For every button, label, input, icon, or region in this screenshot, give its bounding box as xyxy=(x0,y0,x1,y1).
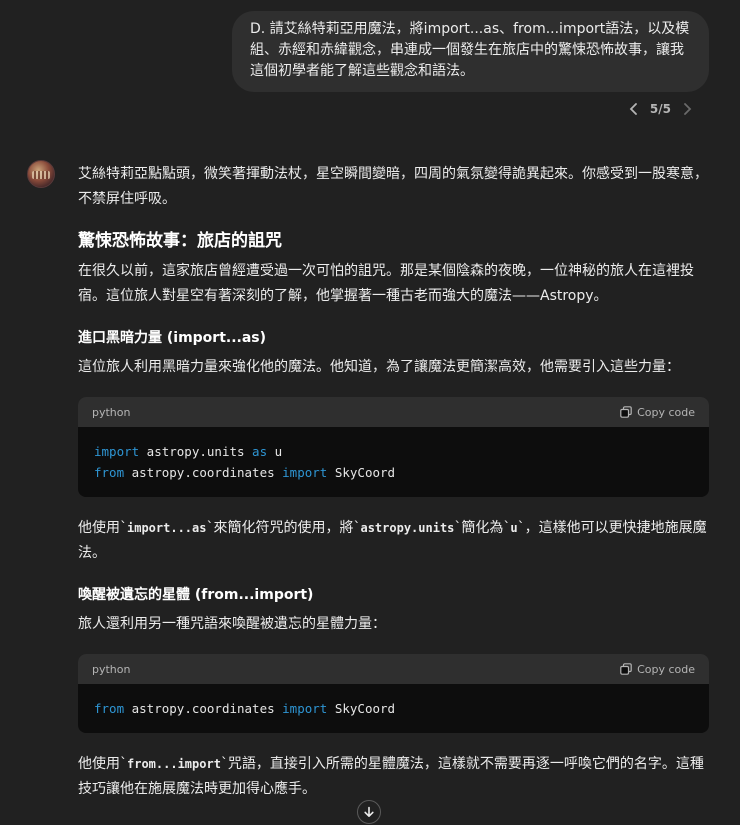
code-body: import astropy.units as u from astropy.co… xyxy=(78,427,709,497)
scroll-to-bottom-button[interactable] xyxy=(357,800,381,824)
code-text: astropy.units xyxy=(139,444,253,459)
pager-label: 5/5 xyxy=(649,102,671,116)
story-title: 驚悚恐怖故事：旅店的詛咒 xyxy=(78,231,282,251)
code-line: from astropy.coordinates import SkyCoord xyxy=(94,462,693,483)
code-keyword: import xyxy=(282,465,328,480)
code-keyword: from xyxy=(94,701,125,716)
copy-code-label: Copy code xyxy=(637,405,695,419)
code-keyword: as xyxy=(252,444,268,459)
assistant-avatar xyxy=(27,160,55,188)
code-text: SkyCoord xyxy=(327,465,396,480)
code-keyword: import xyxy=(94,444,140,459)
code-text: astropy.coordinates xyxy=(124,465,283,480)
code-line: from astropy.coordinates import SkyCoord xyxy=(94,698,693,719)
inline-code: from...import xyxy=(127,757,221,771)
code-text: u xyxy=(267,444,283,459)
text-run: `簡化為` xyxy=(454,520,511,536)
arrow-down-icon xyxy=(364,806,374,817)
text-run: 他使用` xyxy=(78,520,127,536)
user-message-bubble: D. 請艾絲特莉亞用魔法，將import...as、from...import語… xyxy=(232,11,709,92)
chevron-right-icon xyxy=(684,103,692,115)
code-keyword: from xyxy=(94,465,125,480)
story-paragraph: 在很久以前，這家旅店曾經遭受過一次可怕的詛咒。那是某個陰森的夜晚，一位神秘的旅人… xyxy=(78,263,694,304)
response-pager: 5/5 xyxy=(626,101,695,117)
chevron-left-icon xyxy=(629,103,637,115)
code-keyword: import xyxy=(282,701,328,716)
section-intro-from-import: 旅人還利用另一種咒語來喚醒被遺忘的星體力量： xyxy=(78,616,386,632)
copy-icon xyxy=(620,406,632,418)
code-line: import astropy.units as u xyxy=(94,441,693,462)
next-response-button[interactable] xyxy=(679,101,695,117)
code-block-2: python Copy code from astropy.coordinate… xyxy=(78,654,709,733)
copy-code-label: Copy code xyxy=(637,662,695,676)
copy-code-button[interactable]: Copy code xyxy=(620,663,695,676)
code-block-1: python Copy code import astropy.units as… xyxy=(78,397,709,497)
code-text: SkyCoord xyxy=(327,701,396,716)
inline-code: astropy.units xyxy=(360,521,455,535)
intro-paragraph: 艾絲特莉亞點點頭，微笑著揮動法杖，星空瞬間變暗，四周的氣氛變得詭異起來。你感受到… xyxy=(78,166,708,207)
code-language: python xyxy=(92,662,131,676)
section-heading-from-import: 喚醒被遺忘的星體 (from...import) xyxy=(78,587,314,603)
explanation-import-as: 他使用`import...as`來簡化符咒的使用，將`astropy.units… xyxy=(78,516,709,566)
section-intro-import-as: 這位旅人利用黑暗力量來強化他的魔法。他知道，為了讓魔法更簡潔高效，他需要引入這些… xyxy=(78,359,680,375)
explanation-from-import: 他使用`from...import`咒語，直接引入所需的星體魔法，這樣就不需要再… xyxy=(78,752,709,802)
code-language: python xyxy=(92,405,131,419)
previous-response-button[interactable] xyxy=(626,101,642,117)
section-heading-import-as: 進口黑暗力量 (import...as) xyxy=(78,330,267,346)
code-header: python Copy code xyxy=(78,397,709,427)
code-text: astropy.coordinates xyxy=(124,701,283,716)
user-message: D. 請艾絲特莉亞用魔法，將import...as、from...import語… xyxy=(232,11,709,92)
code-header: python Copy code xyxy=(78,654,709,684)
copy-icon xyxy=(620,663,632,675)
text-run: 他使用` xyxy=(78,756,127,772)
inline-code: u xyxy=(510,521,518,535)
code-body: from astropy.coordinates import SkyCoord xyxy=(78,684,709,733)
inline-code: import...as xyxy=(127,521,207,535)
copy-code-button[interactable]: Copy code xyxy=(620,406,695,419)
assistant-message: 艾絲特莉亞點點頭，微笑著揮動法杖，星空瞬間變暗，四周的氣氛變得詭異起來。你感受到… xyxy=(78,162,709,802)
text-run: `來簡化符咒的使用，將` xyxy=(206,520,361,536)
